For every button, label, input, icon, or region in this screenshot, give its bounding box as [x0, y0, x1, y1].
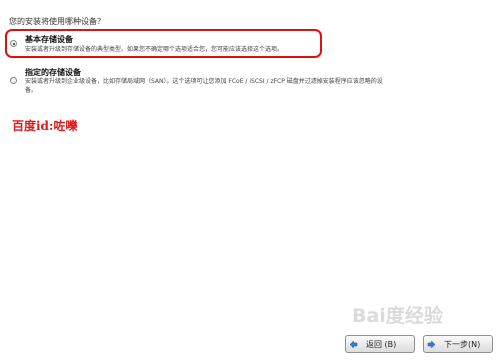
next-button[interactable]: 下一步(N)	[423, 335, 493, 353]
arrow-right-icon	[427, 339, 436, 349]
radio-basic-storage[interactable]	[10, 40, 17, 47]
back-button-label: 返回 (B)	[366, 339, 397, 349]
device-question: 您的安装将使用哪种设备？	[9, 17, 105, 26]
next-button-label: 下一步(N)	[444, 339, 481, 349]
annotation-note: 百度id:咗嚛	[12, 119, 78, 133]
option-basic-storage-description: 安装或者升级到存储设备的典型类型。如果您不确定哪个选项适合您，您可能应该选择这个…	[25, 46, 284, 53]
radio-specialized-storage[interactable]	[10, 77, 17, 84]
back-button[interactable]: 返回 (B)	[345, 335, 415, 353]
arrow-left-icon	[349, 339, 358, 349]
option-basic-storage-title: 基本存储设备	[25, 35, 73, 44]
option-specialized-storage-description: 安装或者升级到企业级设备，比如存储局域网（SAN）。这个选项可让您添加 FCoE…	[25, 78, 383, 94]
watermark-logo: Bai度经验	[352, 305, 443, 327]
